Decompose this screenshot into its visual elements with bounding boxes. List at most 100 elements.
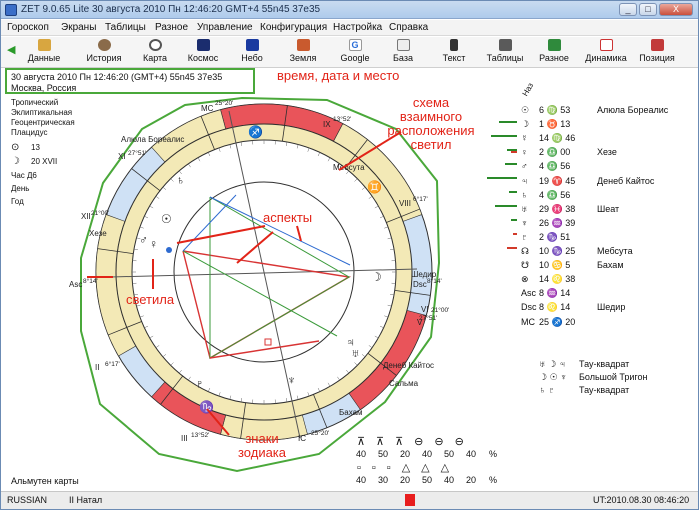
planet-symbol: ☉ (521, 105, 537, 116)
status-indicator (405, 494, 415, 506)
strength-bar (507, 247, 517, 249)
uranus-glyph: ♅ (351, 346, 360, 360)
element-stat-value: 20 (395, 475, 415, 485)
planet-symbol: ♀ (521, 147, 537, 157)
config-symbols: ♄ ♇ (539, 385, 579, 395)
planet-position: 8 ♌ 14 (539, 302, 595, 313)
planet-position: 14 ♌ 38 (539, 274, 595, 285)
app-window: ZET 9.0.65 Lite 30 августа 2010 Пн 12:46… (0, 0, 699, 510)
planet-symbol: ☿ (521, 133, 537, 143)
strength-bar (499, 121, 517, 123)
planet-position: 2 ♎ 00 (539, 147, 595, 158)
planet-position: 10 ♋ 5 (539, 260, 595, 271)
planet-symbol: ♇ (521, 232, 537, 242)
star-bekham-label: Бахам (339, 408, 363, 417)
saturn-glyph: ♄ (176, 173, 185, 187)
planet-symbol: ⊗ (521, 274, 537, 285)
gemini-glyph: ♊ (367, 180, 382, 194)
star-salma-label: Сальма (389, 379, 419, 388)
element-stat-value: 40 (439, 475, 459, 485)
house-5-degree: 27°51' (419, 314, 437, 322)
element-stat-value: 20 (461, 475, 481, 485)
strength-bar (511, 219, 517, 221)
element-stat-value: 40 (461, 449, 481, 459)
config-name: Тау-квадрат (579, 359, 629, 369)
config-name: Большой Тригон (579, 372, 648, 382)
mc-degree-label: 25°20' (215, 99, 233, 107)
annotation-lights: светила (126, 293, 174, 307)
annotation-scheme: схема взаимного расположения светил (373, 96, 489, 152)
house-2-label: II (95, 363, 99, 372)
fixed-star-name: Хезе (597, 147, 617, 157)
planet-symbol: MC (521, 317, 537, 327)
mc-label: MC (201, 104, 214, 113)
fixed-star-name: Шеат (597, 204, 619, 214)
planet-position: 6 ♍ 53 (539, 105, 595, 116)
pluto-glyph: ♇ (195, 377, 204, 391)
neptune-glyph: ♆ (287, 373, 296, 387)
house-9-degree: 13°52' (333, 115, 351, 123)
strength-bar (511, 151, 517, 153)
aspect-marker (265, 339, 271, 345)
dsc-label: Dsc (413, 280, 427, 289)
element-stat-value: 40 (351, 449, 371, 459)
strength-bar (513, 233, 517, 235)
moon-glyph: ☽ (371, 270, 382, 284)
annotation-aspects: аспекты (263, 211, 312, 225)
element-stat-value: % (483, 449, 503, 459)
house-3-label: III (181, 434, 188, 443)
planet-symbol: ♄ (521, 190, 537, 200)
ic-degree-label: 25°20' (311, 429, 329, 437)
element-stat-value: 50 (417, 475, 437, 485)
house-8-label: VIII (399, 199, 411, 208)
fixed-star-name: Шедир (597, 302, 625, 312)
fixed-star-name: Мебсута (597, 246, 633, 256)
asc-label: Asc (69, 280, 82, 289)
mars-glyph: ♂ (139, 233, 148, 247)
planet-symbol: ☋ (521, 260, 537, 271)
planet-position: 25 ♐ 20 (539, 317, 595, 328)
planet-position: 10 ♑ 25 (539, 246, 595, 257)
planet-position: 1 ♉ 13 (539, 119, 595, 130)
planet-position: 2 ♑ 51 (539, 232, 595, 243)
star-deneb-label: Денеб Кайтос (383, 361, 434, 370)
element-stat-value: 50 (373, 449, 393, 459)
capricorn-glyph: ♑ (199, 400, 214, 414)
ic-label: IC (298, 434, 306, 443)
config-row: ♅ ☽ ♃Тау-квадрат (539, 359, 629, 370)
status-language: RUSSIAN (7, 495, 47, 505)
planet-symbol: ♅ (521, 204, 537, 214)
strength-bar (509, 191, 517, 193)
planet-symbol: ☽ (521, 119, 537, 130)
fixed-star-name: Денеб Кайтос (597, 176, 654, 186)
asc-degree-label: 8°14' (83, 277, 98, 285)
element-stat-value: % (483, 475, 503, 485)
element-stat-value: 40 (351, 475, 371, 485)
house-6-label: VI (421, 305, 429, 314)
venus-glyph: ♀ (149, 237, 158, 251)
status-ut: UT:2010.08.30 08:46:20 (593, 495, 689, 505)
element-stat-value: 40 (417, 449, 437, 459)
planet-position: 14 ♍ 46 (539, 133, 595, 144)
sun-glyph: ☉ (161, 212, 172, 226)
planet-position: 19 ♈ 45 (539, 176, 595, 187)
strength-bar (505, 163, 517, 165)
planet-symbol: Dsc (521, 302, 537, 312)
planet-position: 26 ♒ 39 (539, 218, 595, 229)
planet-position: 4 ♎ 56 (539, 190, 595, 201)
planet-symbol: ♃ (521, 176, 537, 186)
annotation-signs: знаки зодиака (229, 432, 295, 460)
fixed-star-name: Алюла Бореалис (597, 105, 668, 115)
house-11-label: XI (118, 152, 126, 161)
strength-bar (491, 135, 517, 137)
element-stats-icons: ⊼⊼⊼⊖⊖⊖ (357, 435, 475, 448)
fixed-star-name: Бахам (597, 260, 624, 270)
house-12-degree: 21°00' (91, 209, 109, 217)
house-8-degree: 6°17' (413, 195, 428, 203)
config-row: ♄ ♇Тау-квадрат (539, 385, 629, 395)
house-3-degree: 13°52' (191, 431, 209, 439)
mercury-marker (166, 247, 172, 253)
config-name: Тау-квадрат (579, 385, 629, 395)
planet-position: 4 ♎ 56 (539, 161, 595, 172)
planet-position: 29 ♓ 38 (539, 204, 595, 215)
